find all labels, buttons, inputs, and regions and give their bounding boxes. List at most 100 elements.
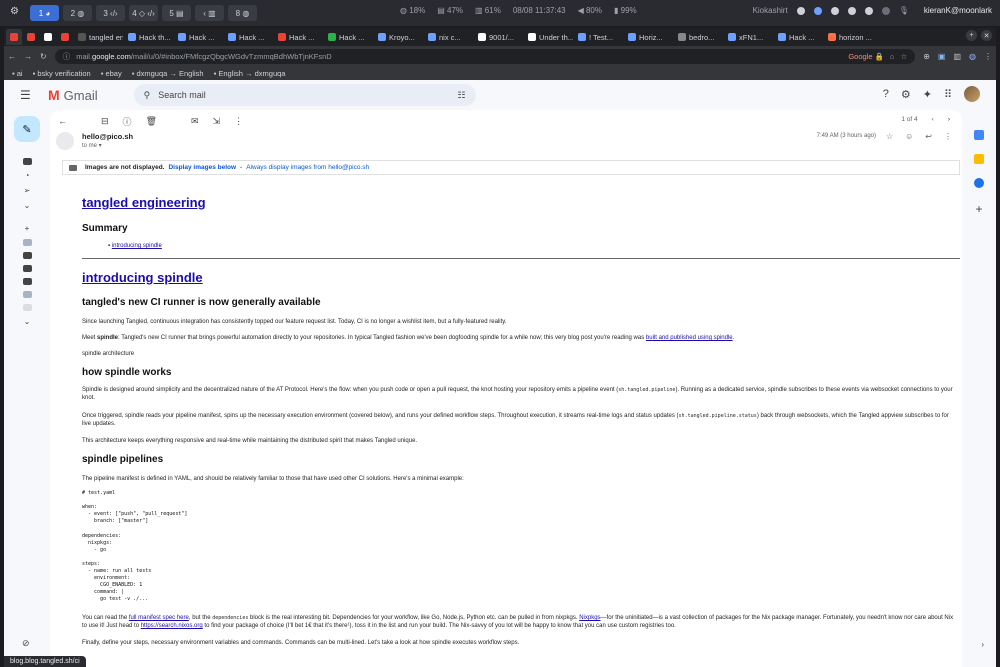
bookmark-star-icon[interactable]: ☆: [900, 52, 907, 61]
display-images-link[interactable]: Display images below: [168, 164, 236, 171]
older-icon[interactable]: ›: [948, 116, 950, 123]
tasks-icon[interactable]: [974, 178, 984, 188]
avatar[interactable]: [964, 86, 980, 102]
browser-tab[interactable]: bedro...: [674, 29, 723, 45]
browser-tab[interactable]: 9001/...: [474, 29, 523, 45]
newer-icon[interactable]: ‹: [932, 116, 934, 123]
translate-icon[interactable]: ⌂: [890, 52, 895, 61]
browser-tab[interactable]: Hack ...: [774, 29, 823, 45]
close-window-icon[interactable]: ✕: [981, 30, 992, 41]
manifest-spec-link[interactable]: full manifest spec here: [129, 615, 189, 621]
browser-tab[interactable]: [40, 29, 56, 45]
toc-link[interactable]: introducing spindle: [112, 243, 162, 249]
more-icon[interactable]: ⌄: [4, 201, 50, 210]
browser-tab[interactable]: nix c...: [424, 29, 473, 45]
browser-tab[interactable]: [23, 29, 39, 45]
emoji-react-icon[interactable]: ☺: [905, 132, 913, 141]
scroll-down-icon[interactable]: ›: [981, 640, 984, 649]
browser-tab[interactable]: ! Test...: [574, 29, 623, 45]
email-title[interactable]: tangled engineering: [82, 194, 206, 212]
workspace-button[interactable]: 2 ◍: [63, 5, 92, 21]
browser-tab[interactable]: horizon ...: [824, 29, 873, 45]
archive-icon[interactable]: ⊟: [101, 116, 109, 127]
add-label-icon[interactable]: +: [4, 224, 50, 233]
forward-icon[interactable]: →: [24, 52, 32, 61]
browser-tab[interactable]: Hack ...: [324, 29, 373, 45]
label-icon[interactable]: [4, 252, 50, 259]
add-addon-icon[interactable]: +: [975, 202, 982, 216]
always-display-link[interactable]: Always display images from hello@pico.sh: [246, 164, 369, 171]
back-to-inbox-icon[interactable]: ←: [58, 116, 67, 126]
sender-address[interactable]: hello@pico.sh: [82, 132, 133, 141]
help-circle-icon[interactable]: ⊘: [22, 638, 30, 649]
label-icon[interactable]: [4, 265, 50, 272]
move-to-icon[interactable]: ⇲: [213, 116, 221, 127]
gemini-icon[interactable]: ✦: [923, 88, 932, 101]
tray-icon[interactable]: [796, 6, 805, 15]
browser-tab[interactable]: Horiz...: [624, 29, 673, 45]
browser-tab[interactable]: xFN1...: [724, 29, 773, 45]
label-icon[interactable]: [4, 304, 50, 311]
extension-icon[interactable]: ▣: [938, 52, 946, 61]
bookmark-item[interactable]: ▪ ebay: [101, 69, 122, 78]
google-account-chip[interactable]: Google 🔒: [848, 52, 884, 61]
gmail-logo[interactable]: M Gmail: [48, 87, 98, 103]
keep-icon[interactable]: [974, 154, 984, 164]
main-menu-icon[interactable]: ☰: [20, 88, 34, 102]
browser-tab[interactable]: [57, 29, 73, 45]
reply-icon[interactable]: ↩: [925, 132, 932, 141]
reload-icon[interactable]: ↻: [40, 52, 47, 61]
profile-icon[interactable]: ◍: [969, 52, 976, 61]
browser-tab[interactable]: [6, 29, 22, 45]
workspace-button[interactable]: 4 ◇ ‹/›: [129, 5, 158, 21]
browser-tab[interactable]: Hack ...: [174, 29, 223, 45]
microphone-icon[interactable]: 🎙: [899, 6, 909, 15]
settings-icon[interactable]: ⚙: [10, 6, 19, 17]
bookmark-item[interactable]: ▪ dxmguqa → English: [132, 69, 204, 78]
built-with-spindle-link[interactable]: built and published using spindle: [646, 335, 733, 341]
extension-icon[interactable]: ⊕: [923, 52, 930, 61]
browser-tab[interactable]: Under th...: [524, 29, 573, 45]
label-icon[interactable]: [4, 278, 50, 285]
mark-unread-icon[interactable]: ✉: [191, 116, 199, 127]
delete-icon[interactable]: 🗑: [146, 116, 157, 127]
tray-icon[interactable]: [830, 6, 839, 15]
nixpkgs-link[interactable]: Nixpkgs: [579, 615, 600, 621]
search-nixos-link[interactable]: https://search.nixos.org: [141, 623, 203, 629]
bookmark-item[interactable]: ▪ ai: [12, 69, 23, 78]
snoozed-icon[interactable]: ◔: [4, 171, 50, 180]
browser-tab[interactable]: Kroyo...: [374, 29, 423, 45]
keyboard-layout[interactable]: Kiokashirt: [753, 6, 788, 15]
workspace-button[interactable]: 5 ▤: [162, 5, 191, 21]
search-options-icon[interactable]: ☷: [458, 90, 466, 101]
info-icon[interactable]: ⓘ: [63, 51, 71, 62]
bookmark-item[interactable]: ▪ English → dxmguqa: [214, 69, 286, 78]
tray-icon[interactable]: [847, 6, 856, 15]
sent-icon[interactable]: ➢: [4, 186, 50, 195]
browser-tab[interactable]: Hack ...: [224, 29, 273, 45]
calendar-icon[interactable]: [974, 130, 984, 140]
workspace-button[interactable]: ‹ ▥: [195, 5, 224, 21]
browser-tab[interactable]: tangled eng...: [74, 29, 123, 45]
report-spam-icon[interactable]: ⓘ: [123, 115, 132, 128]
inbox-icon[interactable]: [4, 158, 50, 165]
message-more-icon[interactable]: ⋮: [944, 132, 952, 141]
expand-labels-icon[interactable]: ⌄: [4, 317, 50, 326]
star-icon[interactable]: ☆: [886, 132, 893, 141]
label-icon[interactable]: [4, 239, 50, 246]
tray-icon[interactable]: [813, 6, 822, 15]
new-tab-icon[interactable]: +: [966, 30, 977, 41]
address-bar[interactable]: ⓘ mail. google.com/mail/u/0/#inbox/FMfcgz…: [54, 48, 916, 64]
tray-icon[interactable]: [881, 6, 890, 15]
label-icon[interactable]: [4, 291, 50, 298]
compose-button[interactable]: ✎: [14, 116, 40, 142]
workspace-button[interactable]: 1 ◕: [30, 5, 59, 21]
settings-icon[interactable]: ⚙: [901, 88, 911, 101]
apps-grid-icon[interactable]: ⠿: [944, 88, 952, 101]
search-icon[interactable]: ⚲: [144, 90, 151, 101]
tray-icon[interactable]: [864, 6, 873, 15]
workspace-button[interactable]: 3 ‹/›: [96, 5, 125, 21]
recipient-label[interactable]: to me ▾: [82, 142, 102, 149]
menu-icon[interactable]: ⋮: [984, 52, 992, 61]
bookmark-item[interactable]: ▪ bsky verification: [33, 69, 91, 78]
